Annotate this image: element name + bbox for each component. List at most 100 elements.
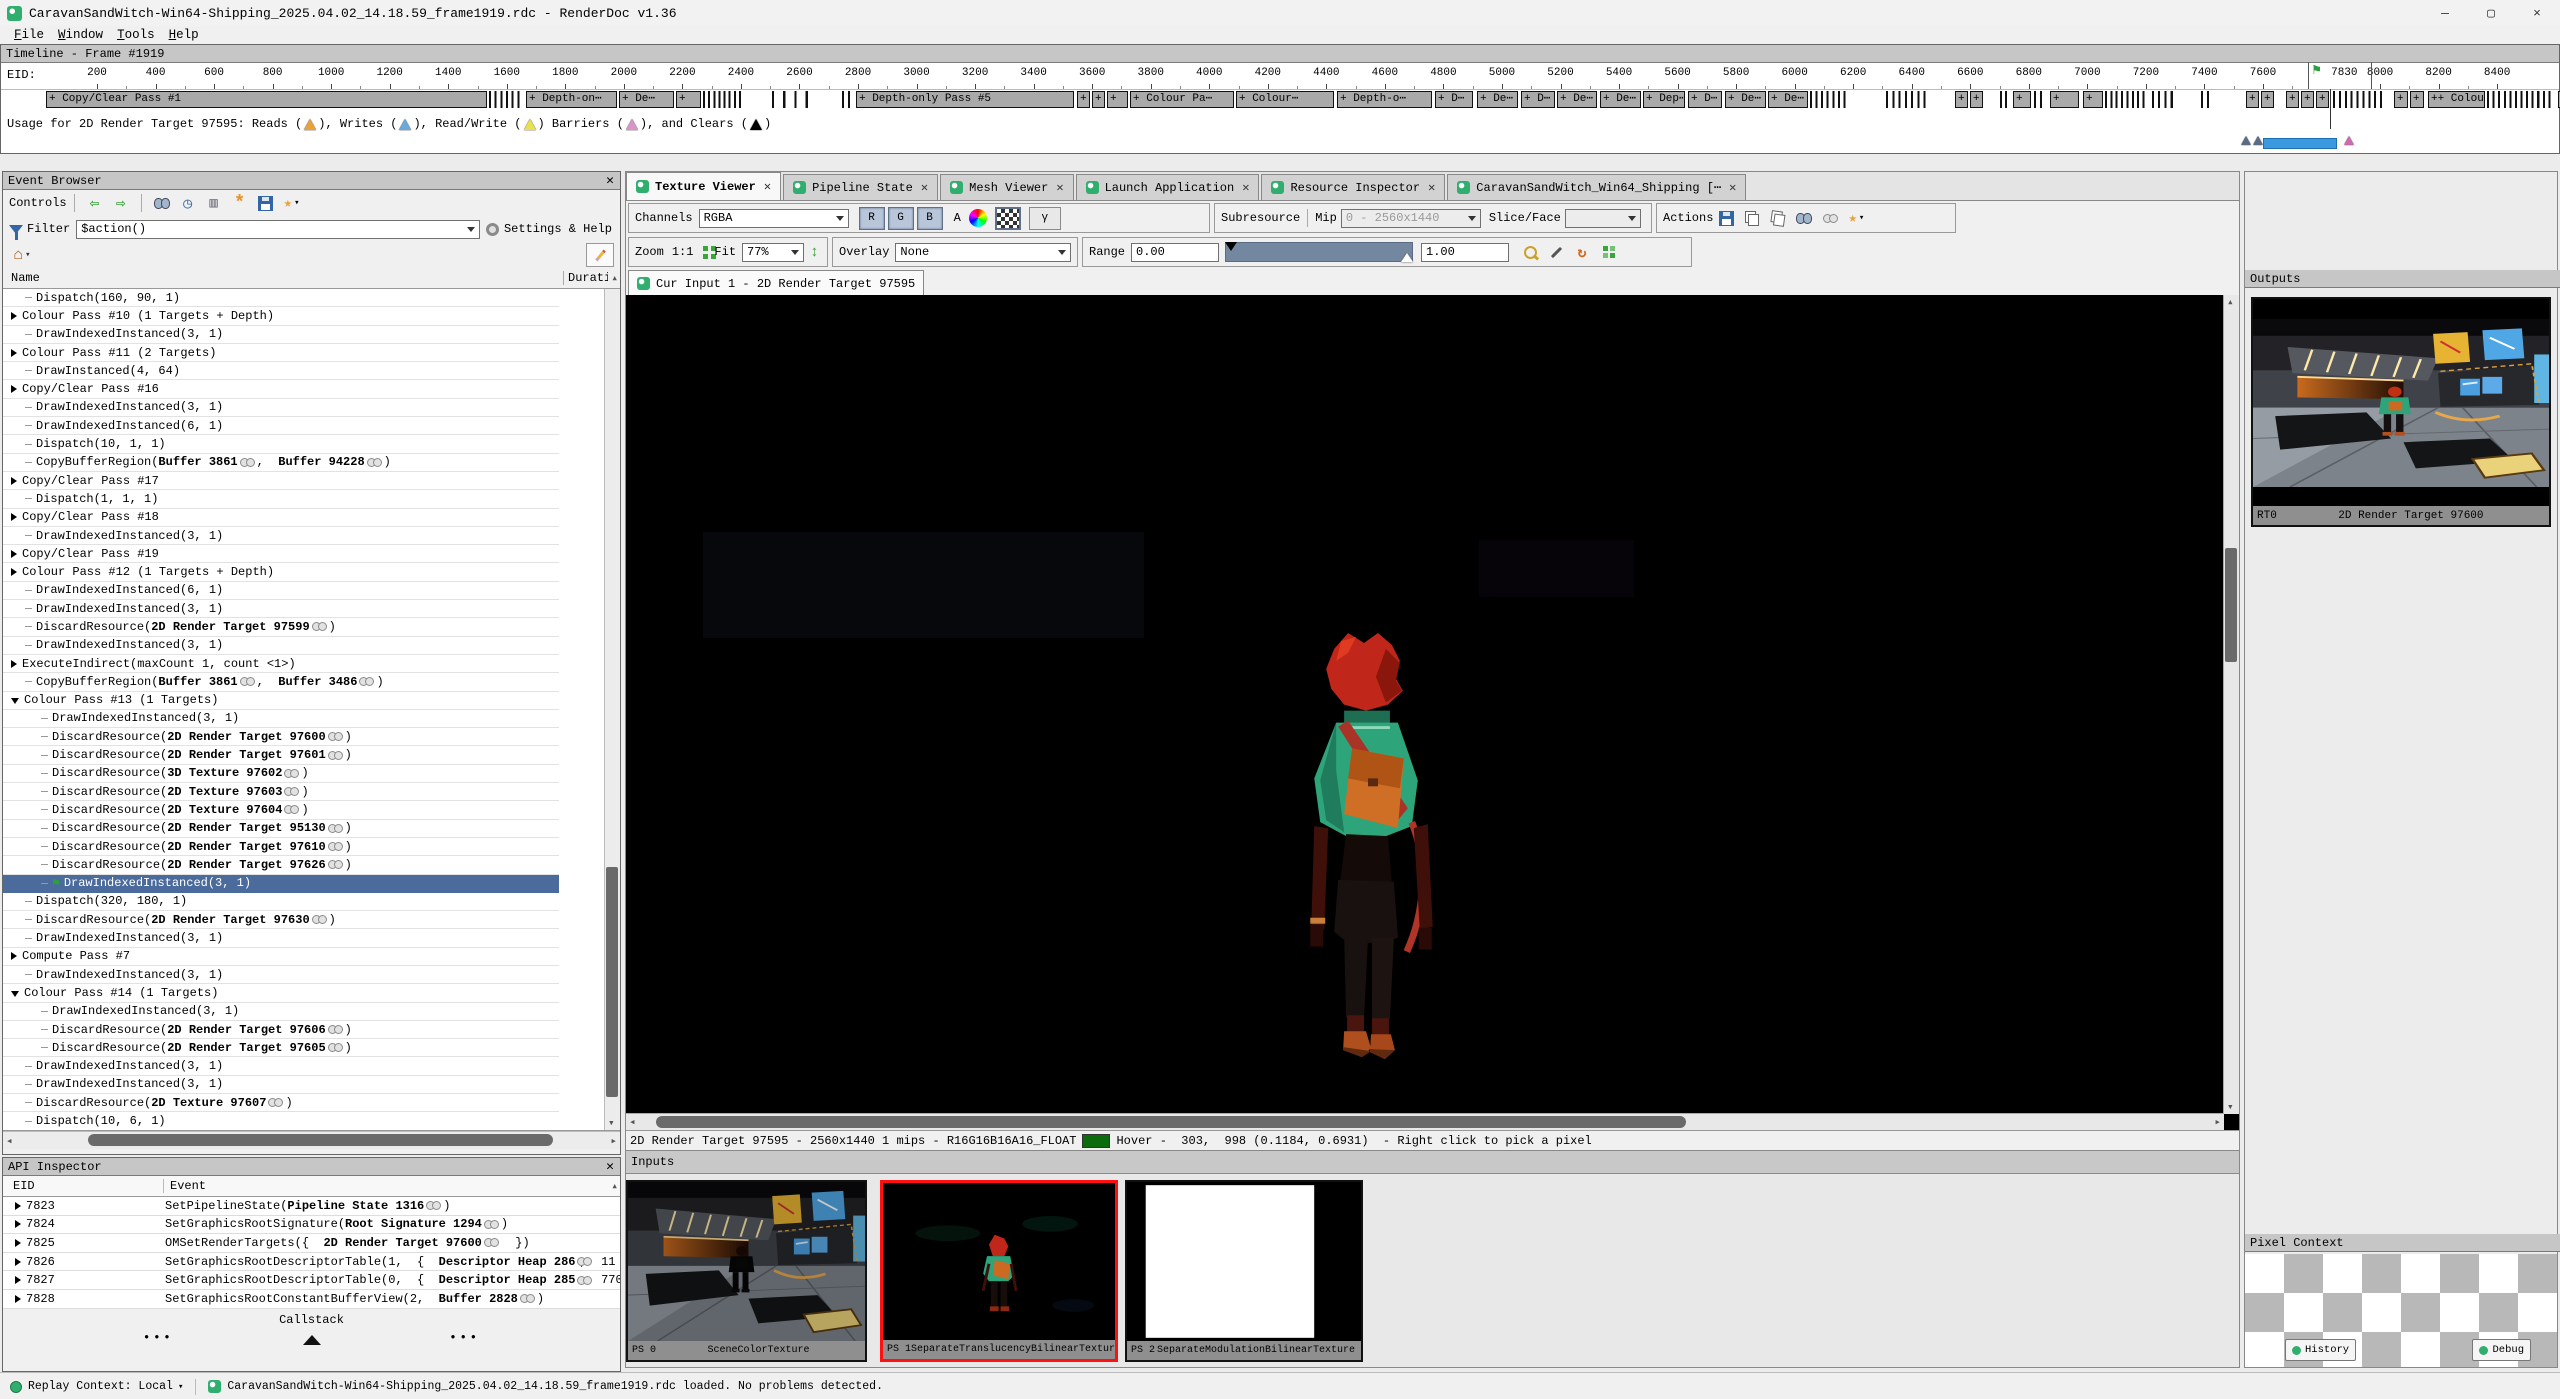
timeline-draw-marks[interactable]	[772, 91, 817, 108]
output-thumbnail[interactable]: RT0 2D Render Target 97600	[2251, 297, 2551, 527]
event-row[interactable]: DrawIndexedInstanced(3, 1)	[3, 399, 559, 417]
resource-link-icon[interactable]	[284, 769, 299, 778]
fit-label[interactable]: Fit	[714, 245, 736, 259]
event-row[interactable]: DiscardResource(2D Texture 97603)	[3, 783, 559, 801]
api-call-row[interactable]: 7824SetGraphicsRootSignature(Root Signat…	[3, 1216, 620, 1235]
timeline-pass-block[interactable]: + Depth-only Pass #5	[856, 91, 1074, 108]
range-slider[interactable]	[1225, 242, 1413, 262]
resource-link-icon[interactable]	[359, 677, 374, 686]
favorite-star-icon[interactable]: ★▾	[1846, 208, 1866, 228]
timeline-pass-block[interactable]: + D⋯	[1688, 91, 1722, 108]
timeline-draw-marks[interactable]	[1810, 91, 1849, 108]
minimize-button[interactable]: —	[2422, 0, 2468, 26]
scroll-up-icon[interactable]: ▴	[611, 271, 618, 285]
channel-g-button[interactable]: G	[888, 207, 914, 230]
current-eid-flag-icon[interactable]: ⚑	[2312, 64, 2320, 78]
event-row[interactable]: Dispatch(320, 180, 1)	[3, 893, 559, 911]
resource-link-icon[interactable]	[484, 1238, 499, 1247]
tab-mesh-viewer[interactable]: Mesh Viewer✕	[940, 174, 1073, 200]
scroll-right-icon[interactable]: ▸	[610, 1134, 617, 1148]
event-row[interactable]: DiscardResource(2D Render Target 97626)	[3, 856, 559, 874]
resource-link-icon[interactable]	[484, 1220, 499, 1229]
scrollbar-thumb[interactable]	[2225, 548, 2237, 662]
timeline-pass-block[interactable]: + De⋯	[1557, 91, 1597, 108]
api-call-row[interactable]: 7827SetGraphicsRootDescriptorTable(0, { …	[3, 1271, 620, 1290]
scroll-up-icon[interactable]: ▴	[2227, 295, 2234, 309]
menu-window[interactable]: Window	[58, 28, 103, 42]
resource-link-icon[interactable]	[240, 677, 255, 686]
chevron-right-icon[interactable]	[15, 1276, 21, 1284]
event-row[interactable]: DrawIndexedInstanced(3, 1)	[3, 1057, 559, 1075]
step-back-icon[interactable]: ⇦	[85, 193, 105, 213]
timeline-header[interactable]: Timeline - Frame #1919	[1, 45, 2559, 63]
chevron-right-icon[interactable]	[15, 1295, 21, 1303]
event-row[interactable]: DrawIndexedInstanced(6, 1)	[3, 417, 559, 435]
texture-display-area[interactable]: ▴ ▾ ◂ ▸	[626, 295, 2239, 1130]
step-forward-icon[interactable]: ⇨	[111, 193, 131, 213]
timeline-draw-marks[interactable]	[2152, 91, 2177, 108]
timeline-pass-block[interactable]: + De⋯	[1768, 91, 1808, 108]
event-pass-row[interactable]: Copy/Clear Pass #17	[3, 472, 559, 490]
input-thumbnail-ps-0[interactable]: PS 0SceneColorTexture	[626, 1180, 867, 1362]
tab-pipeline-state[interactable]: Pipeline State✕	[783, 174, 938, 200]
event-row[interactable]: DiscardResource(2D Render Target 95130)	[3, 820, 559, 838]
event-row[interactable]: DiscardResource(2D Render Target 97605)	[3, 1039, 559, 1057]
timeline-draw-marks[interactable]	[489, 91, 523, 108]
close-icon[interactable]: ✕	[1056, 180, 1063, 195]
resource-link-icon[interactable]	[268, 1098, 283, 1107]
fit-icon[interactable]	[703, 246, 708, 251]
event-row[interactable]: DiscardResource(2D Render Target 97610)	[3, 838, 559, 856]
overlay-select[interactable]: None	[895, 243, 1071, 262]
event-pass-row[interactable]: Compute Pass #7	[3, 948, 559, 966]
close-button[interactable]: ×	[2514, 0, 2560, 26]
timeline-pass-block[interactable]: +	[676, 91, 701, 108]
reset-range-icon[interactable]: ↻	[1572, 242, 1592, 262]
timeline-pass-block[interactable]: + Depth-o⋯	[1337, 91, 1432, 108]
pixel-context-header[interactable]: Pixel Context	[2245, 1234, 2560, 1252]
texture-vscrollbar[interactable]: ▴ ▾	[2223, 295, 2239, 1114]
timing-clock-icon[interactable]: ◷	[178, 193, 198, 213]
scroll-right-icon[interactable]: ▸	[2214, 1115, 2221, 1129]
timeline-draw-marks[interactable]	[703, 91, 744, 108]
event-pass-row[interactable]: Colour Pass #11 (2 Targets)	[3, 344, 559, 362]
find-event-icon[interactable]	[152, 193, 172, 213]
resource-link-icon[interactable]	[328, 1043, 343, 1052]
event-pass-row[interactable]: Colour Pass #14 (1 Targets)	[3, 984, 559, 1002]
favorite-star-icon[interactable]: ★▾	[282, 193, 302, 213]
timeline-pass-block[interactable]: + De⋯	[1477, 91, 1518, 108]
chevron-right-icon[interactable]	[11, 952, 17, 960]
debug-button[interactable]: Debug	[2472, 1339, 2531, 1361]
save-texture-icon[interactable]	[1716, 208, 1736, 228]
range-black-point-handle[interactable]	[1225, 242, 1237, 251]
tab-resource-inspector[interactable]: Resource Inspector✕	[1261, 174, 1445, 200]
event-row[interactable]: DrawIndexedInstanced(3, 1)	[3, 637, 559, 655]
zoom-1-1-button[interactable]: 1:1	[672, 245, 694, 259]
timeline-pass-blocks[interactable]: + Copy/Clear Pass #1+ Depth-on⋯+ De⋯++ D…	[1, 91, 2560, 110]
event-row[interactable]: DrawIndexedInstanced(3, 1)	[3, 710, 559, 728]
chevron-down-icon[interactable]	[11, 991, 19, 997]
event-tree-vscrollbar[interactable]: ▾	[604, 289, 620, 1130]
resource-link-icon[interactable]	[328, 860, 343, 869]
input-thumbnail-ps-2[interactable]: PS 2SeparateModulationBilinearTexture	[1125, 1180, 1363, 1362]
timeline-draw-marks[interactable]	[2487, 91, 2554, 108]
chevron-right-icon[interactable]	[11, 349, 17, 357]
timeline-pass-block[interactable]: +	[2050, 91, 2079, 108]
timeline-draw-marks[interactable]	[2201, 91, 2213, 108]
timeline-draw-marks[interactable]	[2034, 91, 2046, 108]
pixel-context-view[interactable]: History Debug	[2245, 1254, 2557, 1367]
scrollbar-thumb[interactable]	[88, 1134, 553, 1146]
current-input-tab[interactable]: Cur Input 1 - 2D Render Target 97595	[628, 270, 924, 296]
goto-resource-icon[interactable]	[1794, 208, 1814, 228]
chevron-right-icon[interactable]	[11, 312, 17, 320]
timeline-pass-block[interactable]: +	[2410, 91, 2424, 108]
input-thumbnail-ps-1[interactable]: PS 1SeparateTranslucencyBilinearTexture	[880, 1180, 1118, 1362]
chevron-right-icon[interactable]	[15, 1239, 21, 1247]
event-pass-row[interactable]: Copy/Clear Pass #19	[3, 545, 559, 563]
timeline-draw-marks[interactable]	[842, 91, 854, 108]
resource-link-icon[interactable]	[328, 751, 343, 760]
texture-hscrollbar[interactable]: ◂ ▸	[626, 1113, 2224, 1130]
event-row[interactable]: DiscardResource(2D Render Target 97630)	[3, 911, 559, 929]
channels-select[interactable]: RGBA	[699, 209, 849, 228]
event-row[interactable]: DrawIndexedInstanced(3, 1)	[3, 527, 559, 545]
api-call-row[interactable]: 7828SetGraphicsRootConstantBufferView(2,…	[3, 1290, 620, 1309]
